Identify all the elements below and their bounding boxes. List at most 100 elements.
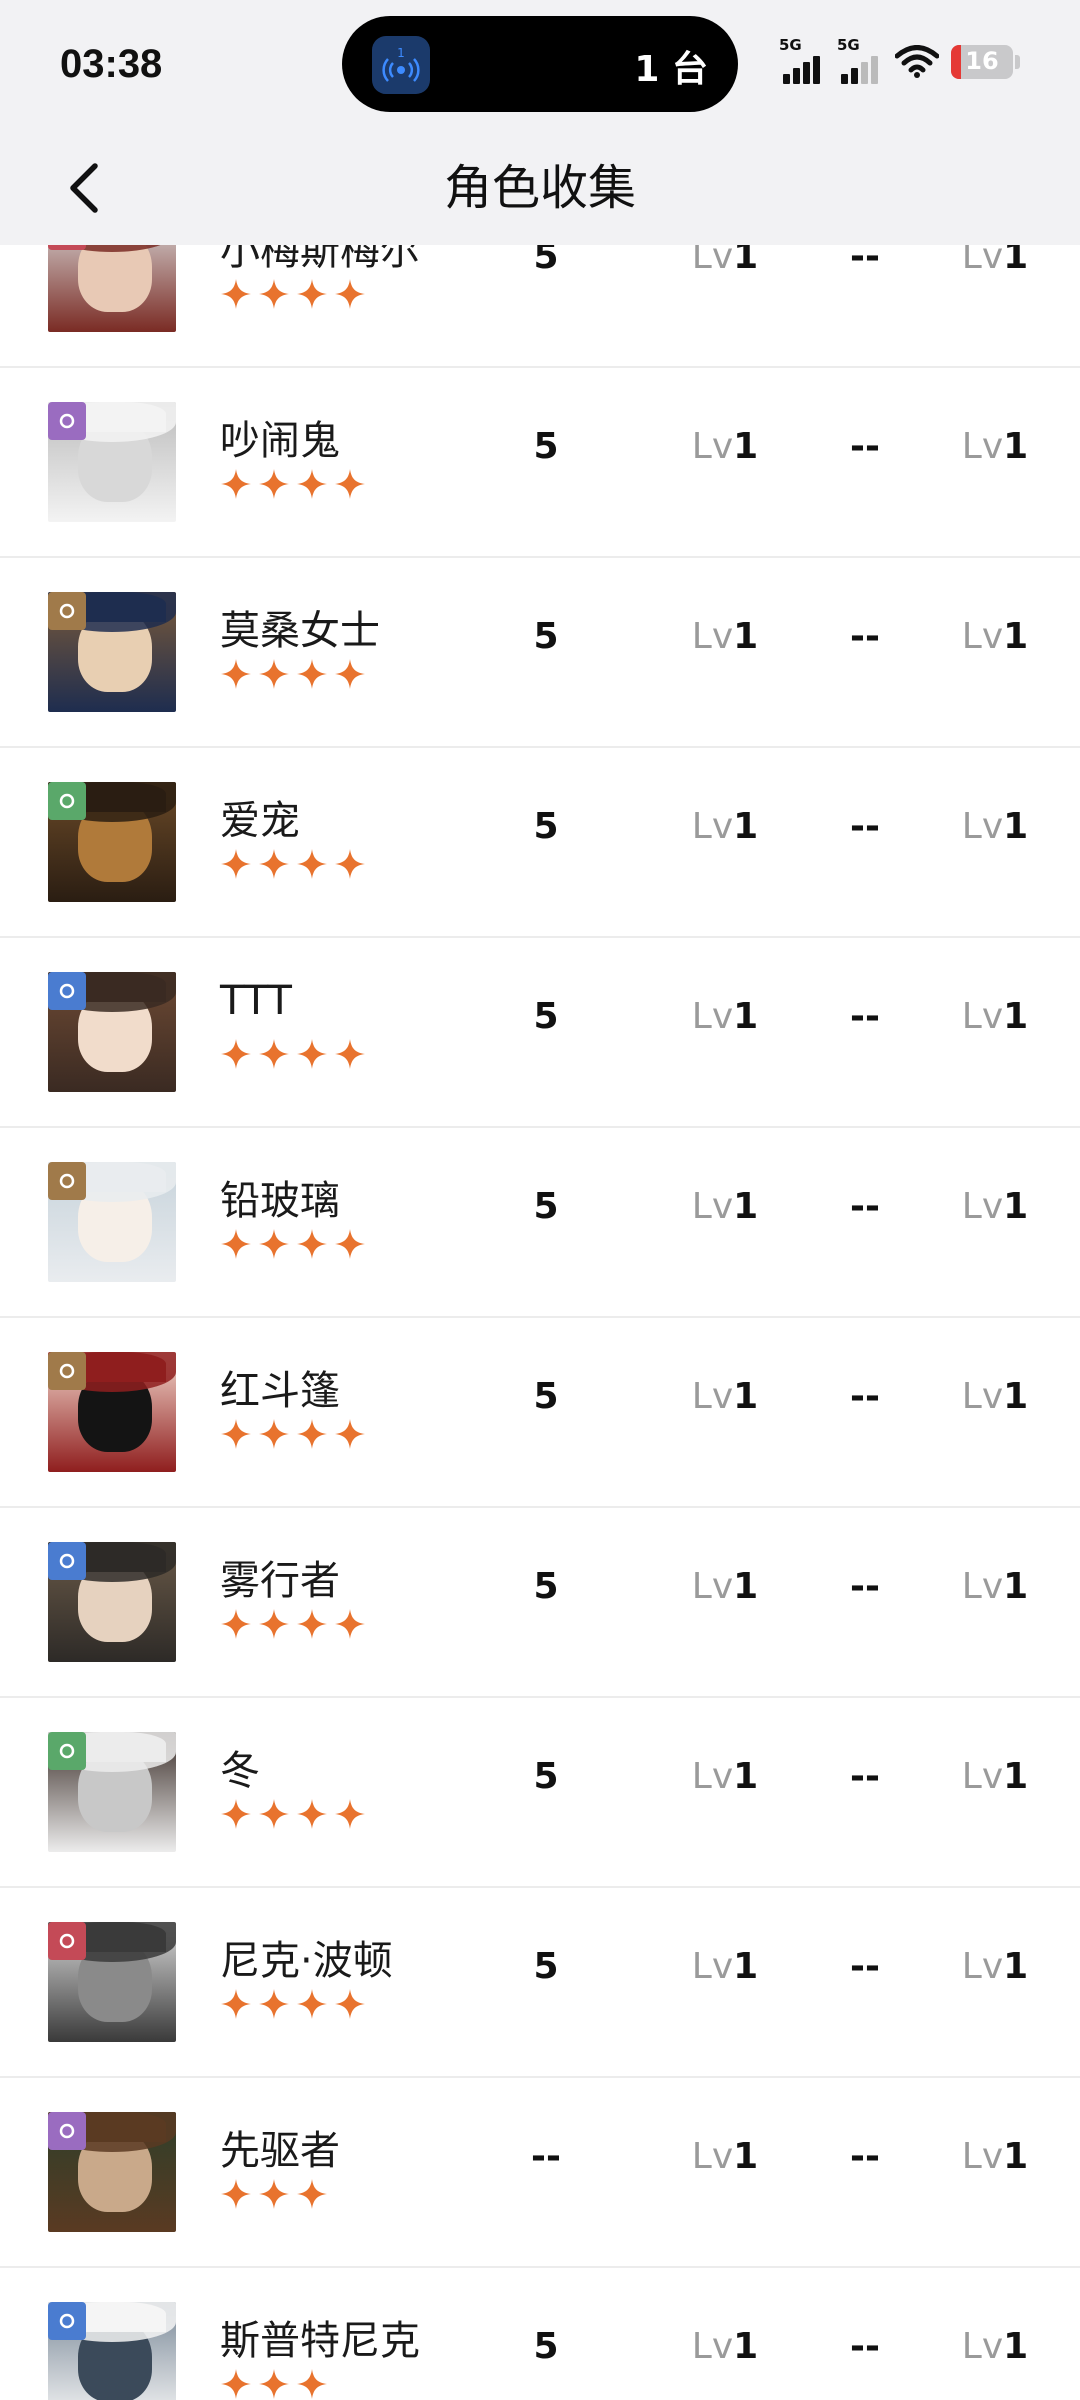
level-value: 1 <box>733 426 759 467</box>
element-badge-icon <box>48 592 86 630</box>
character-name: 红斗篷 <box>220 1368 340 1414</box>
level-value: 1 <box>733 2326 759 2367</box>
level-prefix: Lv <box>961 2326 1004 2367</box>
character-row[interactable]: 爱宠 5 Lv1 -- Lv1 <box>0 748 1080 938</box>
star-icon <box>221 1419 251 1449</box>
character-row[interactable]: TTT 5 Lv1 -- Lv1 <box>0 938 1080 1128</box>
character-name: 冬 <box>220 1748 260 1794</box>
nav-header: 角色收集 <box>0 135 1080 245</box>
empty-value: -- <box>850 2136 880 2177</box>
level-prefix: Lv <box>691 1946 734 1987</box>
status-icons: 5G 5G 16 <box>779 36 1020 84</box>
screen: 小梅斯梅尔 5 Lv1 -- Lv1 吵闹鬼 5 Lv1 -- Lv1 莫桑女士… <box>0 0 1080 2400</box>
level-value: 1 <box>733 1376 759 1417</box>
character-row[interactable]: 先驱者 -- Lv1 -- Lv1 <box>0 2078 1080 2268</box>
level-prefix: Lv <box>691 1186 734 1227</box>
star-icon <box>259 469 289 499</box>
level-value: 1 <box>1003 2326 1029 2367</box>
star-icon <box>297 279 327 309</box>
character-count: 5 <box>533 1376 559 1417</box>
character-count: 5 <box>533 806 559 847</box>
element-badge-icon <box>48 1732 86 1770</box>
character-count: 5 <box>533 1186 559 1227</box>
character-name: 斯普特尼克 <box>220 2318 420 2364</box>
star-icon <box>221 1229 251 1259</box>
character-row[interactable]: 尼克·波顿 5 Lv1 -- Lv1 <box>0 1888 1080 2078</box>
character-count: 5 <box>533 1756 559 1797</box>
character-level: Lv1 <box>660 1566 790 1607</box>
star-icon <box>221 1799 251 1829</box>
element-badge-icon <box>48 1542 86 1580</box>
star-icon <box>259 1989 289 2019</box>
star-icon <box>335 1799 365 1829</box>
signal2-label: 5G <box>837 36 860 54</box>
character-row[interactable]: 斯普特尼克 5 Lv1 -- Lv1 <box>0 2268 1080 2400</box>
level-value: 1 <box>1003 426 1029 467</box>
empty-value: -- <box>850 996 880 1037</box>
dynamic-island[interactable]: 1 1 台 <box>342 16 738 112</box>
star-icon <box>221 279 251 309</box>
empty-value: -- <box>850 1566 880 1607</box>
level-value: 1 <box>733 1946 759 1987</box>
skill-level: Lv1 <box>930 616 1060 657</box>
element-badge-icon <box>48 2112 86 2150</box>
level-prefix: Lv <box>691 1376 734 1417</box>
character-row[interactable]: 吵闹鬼 5 Lv1 -- Lv1 <box>0 368 1080 558</box>
star-icon <box>297 1419 327 1449</box>
level-value: 1 <box>1003 2136 1029 2177</box>
character-level: Lv1 <box>660 1756 790 1797</box>
character-name: 铅玻璃 <box>220 1178 340 1224</box>
element-badge-icon <box>48 1162 86 1200</box>
element-badge-icon <box>48 782 86 820</box>
star-icon <box>297 2369 327 2399</box>
character-list[interactable]: 小梅斯梅尔 5 Lv1 -- Lv1 吵闹鬼 5 Lv1 -- Lv1 莫桑女士… <box>0 178 1080 2400</box>
star-icon <box>259 1609 289 1639</box>
character-row[interactable]: 铅玻璃 5 Lv1 -- Lv1 <box>0 1128 1080 1318</box>
level-prefix: Lv <box>961 1946 1004 1987</box>
level-prefix: Lv <box>691 2326 734 2367</box>
empty-value: -- <box>850 1756 880 1797</box>
level-value: 1 <box>1003 996 1029 1037</box>
empty-value: -- <box>850 616 880 657</box>
empty-value: -- <box>850 426 880 467</box>
star-icon <box>335 1419 365 1449</box>
rarity-stars <box>220 1608 366 1640</box>
wifi-icon <box>895 45 939 78</box>
star-icon <box>297 1799 327 1829</box>
skill-level: Lv1 <box>930 1756 1060 1797</box>
level-value: 1 <box>1003 1186 1029 1227</box>
level-prefix: Lv <box>691 616 734 657</box>
character-name: 先驱者 <box>220 2128 340 2174</box>
character-name: 莫桑女士 <box>220 608 380 654</box>
character-row[interactable]: 冬 5 Lv1 -- Lv1 <box>0 1698 1080 1888</box>
character-level: Lv1 <box>660 616 790 657</box>
character-count: -- <box>531 2136 561 2177</box>
rarity-stars <box>220 278 366 310</box>
empty-value: -- <box>850 1946 880 1987</box>
character-level: Lv1 <box>660 2136 790 2177</box>
character-row[interactable]: 红斗篷 5 Lv1 -- Lv1 <box>0 1318 1080 1508</box>
character-level: Lv1 <box>660 1376 790 1417</box>
star-icon <box>297 849 327 879</box>
level-value: 1 <box>1003 616 1029 657</box>
star-icon <box>335 1989 365 2019</box>
star-icon <box>259 1419 289 1449</box>
star-icon <box>259 2179 289 2209</box>
rarity-stars <box>220 1038 366 1070</box>
element-badge-icon <box>48 402 86 440</box>
character-row[interactable]: 雾行者 5 Lv1 -- Lv1 <box>0 1508 1080 1698</box>
rarity-stars <box>220 658 366 690</box>
skill-level: Lv1 <box>930 1946 1060 1987</box>
element-badge-icon <box>48 2302 86 2340</box>
star-icon <box>335 1039 365 1069</box>
star-icon <box>221 2179 251 2209</box>
level-value: 1 <box>1003 1946 1029 1987</box>
empty-value: -- <box>850 806 880 847</box>
star-icon <box>297 2179 327 2209</box>
skill-level: Lv1 <box>930 1186 1060 1227</box>
character-count: 5 <box>533 616 559 657</box>
star-icon <box>335 1609 365 1639</box>
level-prefix: Lv <box>961 1566 1004 1607</box>
star-icon <box>335 849 365 879</box>
character-row[interactable]: 莫桑女士 5 Lv1 -- Lv1 <box>0 558 1080 748</box>
